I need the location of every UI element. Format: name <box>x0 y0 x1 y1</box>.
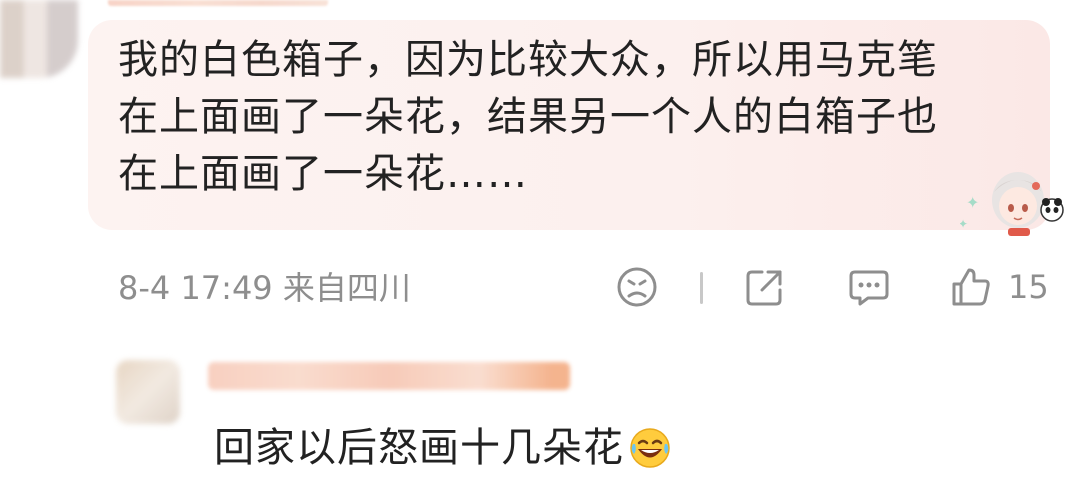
action-divider <box>700 272 703 304</box>
reply-button[interactable] <box>846 262 892 312</box>
frown-face-icon <box>617 267 657 307</box>
reply-text: 回家以后怒画十几朵花 <box>214 425 624 471</box>
thumbs-up-icon <box>952 268 990 306</box>
reply-name-blurred <box>208 362 570 390</box>
laughing-crying-emoji-icon <box>630 428 670 468</box>
svg-text:✦: ✦ <box>960 217 968 231</box>
reply-avatar[interactable] <box>116 360 180 424</box>
comment-line: 我的白色箱子，因为比较大众，所以用马克笔 <box>118 37 938 83</box>
comment-icon <box>849 270 889 306</box>
like-button[interactable]: 15 <box>948 262 1049 312</box>
anime-girl-sticker-icon: ✦ ✦ <box>960 172 1064 236</box>
share-icon <box>746 270 782 306</box>
comment-thread: 我的白色箱子，因为比较大众，所以用马克笔 在上面画了一朵花，结果另一个人的白箱子… <box>0 0 1080 498</box>
reply-body: 回家以后怒画十几朵花 <box>214 420 672 476</box>
dislike-button[interactable] <box>614 262 660 312</box>
comment-body: 我的白色箱子，因为比较大众，所以用马克笔 在上面画了一朵花，结果另一个人的白箱子… <box>118 32 1038 203</box>
svg-text:✦: ✦ <box>966 193 979 212</box>
share-button[interactable] <box>742 262 788 312</box>
comment-line: 在上面画了一朵花，结果另一个人的白箱子也 <box>118 94 938 140</box>
comment-actions: 15 <box>0 262 1080 312</box>
comment-line: 在上面画了一朵花…… <box>118 151 528 197</box>
commenter-avatar[interactable] <box>0 0 78 78</box>
like-count: 15 <box>1008 268 1049 306</box>
commenter-name-blurred <box>108 0 328 6</box>
